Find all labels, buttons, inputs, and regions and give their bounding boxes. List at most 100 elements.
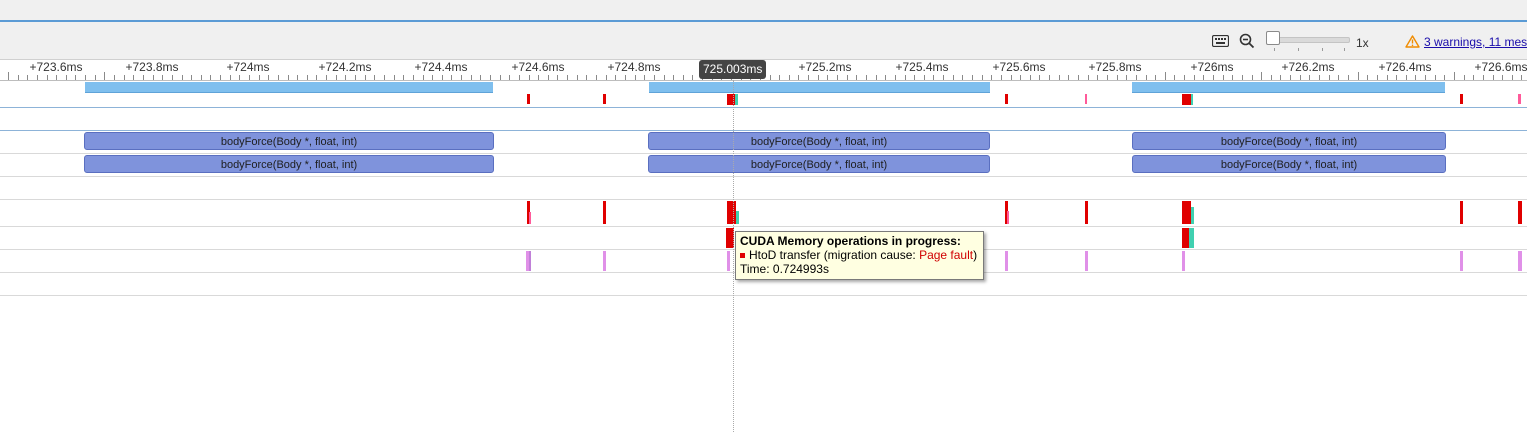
- ruler-tick: [1521, 75, 1522, 80]
- ruler-tick: [972, 75, 973, 80]
- tooltip-op-suffix: ): [973, 248, 978, 262]
- kernel-bar[interactable]: bodyForce(Body *, float, int): [84, 155, 494, 173]
- ruler-tick: [384, 75, 385, 80]
- ruler-tick: [818, 75, 819, 80]
- ruler-tick: [1444, 75, 1445, 80]
- ruler-tick: [1338, 75, 1339, 80]
- ruler-tick: [1512, 75, 1513, 80]
- ruler-tick: [1502, 75, 1503, 80]
- ruler-tick: [413, 75, 414, 80]
- kernel-activity-bar[interactable]: [1132, 82, 1445, 93]
- ruler-tick: [451, 75, 452, 80]
- memory-op-marker[interactable]: [1518, 201, 1522, 224]
- ruler-tick: [567, 75, 568, 80]
- memory-op-marker[interactable]: [1191, 94, 1193, 105]
- ruler-tick: [1358, 72, 1359, 80]
- memory-op-marker[interactable]: [529, 212, 531, 224]
- ruler-tick: [442, 75, 443, 80]
- memory-op-marker[interactable]: [1182, 201, 1191, 224]
- memory-op-marker[interactable]: [1085, 201, 1088, 224]
- kernel-bar[interactable]: bodyForce(Body *, float, int): [1132, 132, 1446, 150]
- ruler-tick: [1136, 75, 1137, 80]
- ruler-tick: [1039, 75, 1040, 80]
- memory-op-marker[interactable]: [603, 251, 606, 271]
- slider-tick: [1274, 48, 1275, 51]
- memory-op-marker[interactable]: [1518, 251, 1522, 271]
- ruler-tick-label: +724.6ms: [511, 60, 565, 74]
- ruler-tick: [480, 75, 481, 80]
- row-divider: [0, 226, 1527, 227]
- ruler-tick: [557, 75, 558, 80]
- ruler-tick: [1174, 75, 1175, 80]
- memory-op-marker[interactable]: [735, 94, 738, 105]
- zoom-out-icon[interactable]: [1239, 33, 1255, 49]
- warnings-messages-link[interactable]: 3 warnings, 11 mes: [1424, 35, 1527, 49]
- zoom-slider-track[interactable]: [1270, 37, 1350, 43]
- row-divider: [0, 176, 1527, 177]
- slider-tick: [1298, 48, 1299, 51]
- memory-op-marker[interactable]: [527, 94, 530, 104]
- tooltip-time: Time: 0.724993s: [740, 262, 829, 276]
- kernel-activity-bar[interactable]: [85, 82, 493, 93]
- memory-op-marker[interactable]: [1460, 251, 1463, 271]
- ruler-tick: [239, 75, 240, 80]
- ruler-tick: [991, 75, 992, 80]
- ruler-tick: [654, 75, 655, 80]
- kernel-activity-bar[interactable]: [649, 82, 990, 93]
- ruler-tick: [625, 75, 626, 80]
- slider-tick: [1322, 48, 1323, 51]
- ruler-tick-label: +724ms: [226, 60, 270, 74]
- memory-op-marker[interactable]: [1460, 201, 1463, 224]
- memory-op-marker[interactable]: [1005, 251, 1008, 271]
- ruler-tick: [114, 75, 115, 80]
- ruler-tick-label: +725.4ms: [895, 60, 949, 74]
- zoom-slider-thumb[interactable]: [1266, 31, 1280, 45]
- ruler-tick: [1367, 75, 1368, 80]
- ruler-tick: [548, 75, 549, 80]
- memory-op-marker[interactable]: [727, 251, 730, 271]
- ruler-tick: [1011, 75, 1012, 80]
- memory-op-marker[interactable]: [1518, 94, 1521, 104]
- memory-op-marker[interactable]: [1191, 207, 1194, 224]
- memory-op-marker[interactable]: [1182, 251, 1185, 271]
- ruler-tick: [297, 75, 298, 80]
- ruler-tick: [374, 75, 375, 80]
- keyboard-icon[interactable]: [1211, 34, 1230, 48]
- ruler-tick: [789, 75, 790, 80]
- ruler-tick: [394, 75, 395, 80]
- memory-op-marker[interactable]: [529, 251, 531, 271]
- ruler-tick-label: +725.8ms: [1088, 60, 1142, 74]
- memory-op-marker[interactable]: [727, 201, 736, 224]
- ruler-tick: [885, 75, 886, 80]
- ruler-tick: [538, 75, 539, 80]
- ruler-tick: [1483, 75, 1484, 80]
- ruler-tick: [490, 75, 491, 80]
- ruler-tick: [423, 75, 424, 80]
- kernel-bar[interactable]: bodyForce(Body *, float, int): [1132, 155, 1446, 173]
- memory-op-marker[interactable]: [736, 211, 739, 224]
- ruler-tick: [1252, 75, 1253, 80]
- memory-op-marker[interactable]: [1460, 94, 1463, 104]
- ruler-tick: [905, 75, 906, 80]
- ruler-tick: [933, 75, 934, 80]
- ruler-tick: [500, 75, 501, 80]
- ruler-tick: [1088, 75, 1089, 80]
- ruler-tick: [837, 75, 838, 80]
- ruler-tick-label: +724.8ms: [607, 60, 661, 74]
- memory-op-marker[interactable]: [1085, 251, 1088, 271]
- memory-op-marker[interactable]: [603, 94, 606, 104]
- kernel-bar[interactable]: bodyForce(Body *, float, int): [648, 155, 990, 173]
- cursor-time-badge: 725.003ms: [699, 60, 767, 79]
- memory-op-marker[interactable]: [603, 201, 606, 224]
- memory-op-marker[interactable]: [1085, 94, 1087, 104]
- memory-op-marker[interactable]: [1005, 94, 1008, 104]
- memory-op-marker[interactable]: [1007, 211, 1009, 224]
- kernel-bar[interactable]: bodyForce(Body *, float, int): [84, 132, 494, 150]
- row-divider: [0, 130, 1527, 131]
- ruler-tick: [866, 75, 867, 80]
- memory-op-marker[interactable]: [1189, 228, 1194, 248]
- ruler-tick: [403, 75, 404, 80]
- kernel-bar[interactable]: bodyForce(Body *, float, int): [648, 132, 990, 150]
- ruler-tick: [982, 75, 983, 80]
- ruler-tick: [326, 75, 327, 80]
